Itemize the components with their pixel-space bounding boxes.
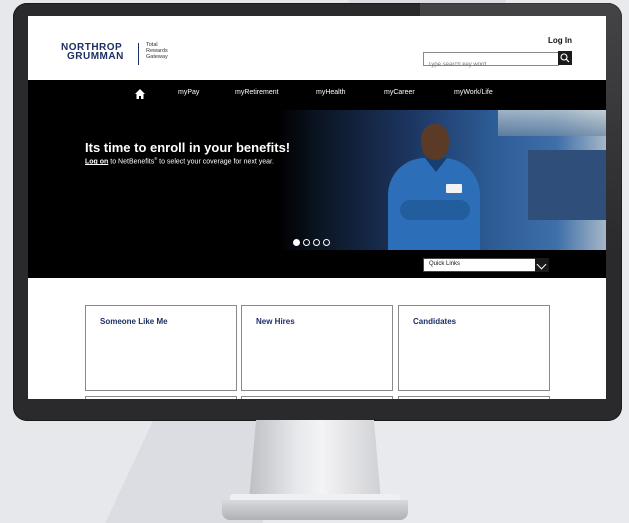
search-icon <box>560 53 570 63</box>
card-someone-like-me[interactable]: Someone Like Me <box>85 305 237 391</box>
hero-subtitle: Log on to NetBenefits® to select your co… <box>85 156 274 165</box>
card-title: Candidates <box>413 317 457 326</box>
total-rewards-gateway-label: Total Rewards Gateway <box>146 42 168 60</box>
carousel-dot-2[interactable] <box>303 239 310 246</box>
log-on-link[interactable]: Log on <box>85 158 108 165</box>
hero-photo-person-arms <box>400 200 470 220</box>
card-row2-3 <box>398 396 550 399</box>
hero-photo-machine <box>528 150 606 220</box>
search-button[interactable] <box>558 51 572 65</box>
nav-item-myhealth[interactable]: myHealth <box>316 89 346 96</box>
nav-item-mypay[interactable]: myPay <box>178 89 199 96</box>
carousel-dot-1[interactable] <box>293 239 300 246</box>
card-title: Someone Like Me <box>100 317 168 326</box>
search-box <box>423 52 559 71</box>
nav-item-mycareer[interactable]: myCareer <box>384 89 415 96</box>
hero-photo-person-head <box>421 124 449 160</box>
logo-line-2: GRUMMAN <box>67 51 124 62</box>
hero-subtitle-part1: to NetBenefits <box>108 158 155 166</box>
nav-item-myworklife[interactable]: myWork/Life <box>454 89 493 96</box>
hero-photo-name-badge <box>446 184 462 193</box>
home-icon[interactable] <box>134 88 146 100</box>
card-row2-2 <box>241 396 393 399</box>
hero-banner[interactable] <box>28 110 606 250</box>
card-title: New Hires <box>256 317 295 326</box>
hero-photo-light <box>498 110 606 136</box>
search-input[interactable] <box>424 59 558 71</box>
hero-subtitle-part2: to select your coverage for next year. <box>157 158 274 166</box>
hero-title: Its time to enroll in your benefits! <box>85 140 291 155</box>
card-candidates[interactable]: Candidates <box>398 305 550 391</box>
quick-links-select[interactable]: Quick Links <box>423 258 537 272</box>
carousel-dot-3[interactable] <box>313 239 320 246</box>
logo-divider <box>138 43 139 65</box>
logo-sub-line-3: Gateway <box>146 54 168 60</box>
quick-links-selected: Quick Links <box>429 261 461 267</box>
nav-item-myretirement[interactable]: myRetirement <box>235 89 279 96</box>
card-row2-1 <box>85 396 237 399</box>
northrop-grumman-logo[interactable]: NORTHROP GRUMMAN <box>61 43 124 62</box>
site-header: NORTHROP GRUMMAN Total Rewards Gateway L… <box>28 16 606 78</box>
card-new-hires[interactable]: New Hires <box>241 305 393 391</box>
chevron-down-icon[interactable] <box>535 258 549 272</box>
carousel-dot-4[interactable] <box>323 239 330 246</box>
login-link[interactable]: Log In <box>548 36 572 45</box>
monitor-stand-base <box>222 500 408 520</box>
carousel-dots <box>293 233 333 251</box>
main-nav: myPay myRetirement myHealth myCareer myW… <box>28 80 606 110</box>
monitor-screen: NORTHROP GRUMMAN Total Rewards Gateway L… <box>28 16 606 399</box>
